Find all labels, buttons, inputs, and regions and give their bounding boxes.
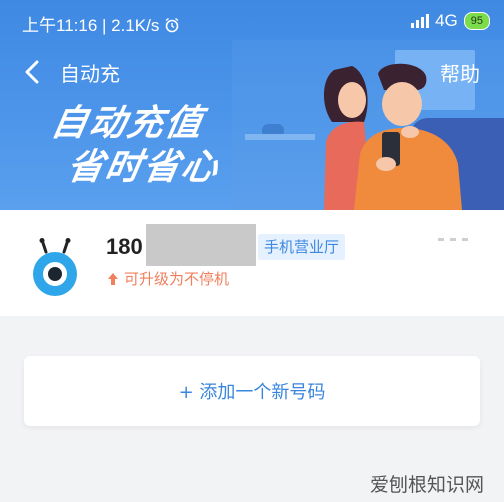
watermark: 爱刨根知识网 [370, 475, 485, 496]
banner-slogan-line2: 省时省心 [63, 146, 224, 187]
cat-illustration [262, 124, 284, 134]
phone-number: 180 [106, 234, 143, 259]
arrow-up-icon [108, 272, 118, 285]
header-banner: 上午11:16 | 2.1K/s 4G 95 自动充 帮助 自动充值 省时省心 [0, 0, 504, 210]
help-button[interactable]: 帮助 [440, 58, 480, 87]
page-title: 自动充 [60, 64, 120, 86]
upgrade-link[interactable]: 可升级为不停机 [106, 268, 229, 289]
alarm-icon [164, 16, 180, 35]
redacted-phone-digits [146, 224, 256, 266]
status-left: 上午11:16 | 2.1K/s [22, 11, 180, 36]
upgrade-text: 可升级为不停机 [124, 270, 230, 288]
wall-shelf [245, 134, 315, 140]
status-divider: | [102, 16, 112, 35]
more-options-icon[interactable] [438, 238, 468, 241]
network-type: 4G [435, 11, 458, 30]
source-badge: 手机营业厅 [258, 234, 346, 260]
back-chevron-icon[interactable] [22, 59, 44, 85]
add-number-button[interactable]: + 添加一个新号码 [24, 356, 480, 426]
network-speed: 2.1K/s [111, 16, 160, 35]
signal-icon [411, 14, 430, 28]
status-right: 4G 95 [411, 11, 490, 31]
add-number-label: + 添加一个新号码 [178, 382, 326, 403]
status-bar: 上午11:16 | 2.1K/s 4G 95 [0, 0, 504, 44]
status-time: 上午11:16 [22, 16, 98, 35]
account-card[interactable]: 180 手机营业厅 可升级为不停机 [0, 210, 504, 316]
nav-bar: 自动充 帮助 [0, 50, 504, 94]
mascot-logo-icon [33, 238, 77, 296]
battery-icon: 95 [463, 12, 490, 30]
